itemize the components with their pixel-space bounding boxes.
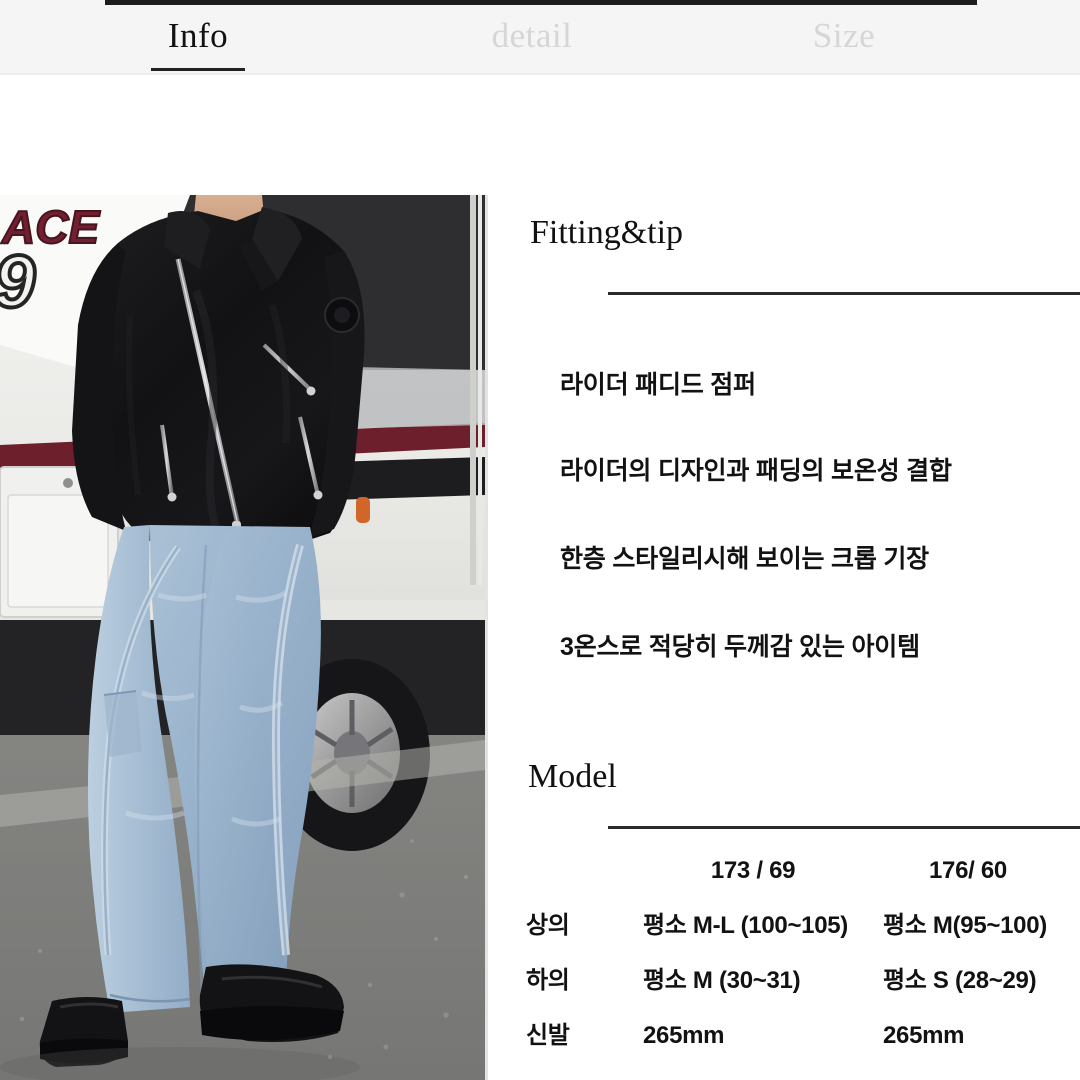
product-photo-image: ACE 9 <box>0 195 485 1080</box>
tab-info[interactable]: Info <box>118 14 278 71</box>
fitting-tip-rule <box>608 292 1080 295</box>
product-detail-page: Info detail Size ACE Fitting&tip 라이더 패디드… <box>0 0 1080 1080</box>
row-label: 하의 <box>526 967 570 994</box>
model-size-table: 173 / 69 176/ 60 상의 평소 M-L (100~105) 평소 … <box>488 843 1080 1063</box>
tab-bar-top-rule <box>105 0 977 5</box>
tab-detail-label: detail <box>491 16 573 55</box>
fitting-line: 한층 스타일리시해 보이는 크롭 기장 <box>560 545 929 573</box>
row-value: 265mm <box>643 1022 725 1049</box>
fitting-line: 3온스로 적당히 두께감 있는 아이템 <box>560 633 920 661</box>
table-row: 상의 평소 M-L (100~105) 평소 M(95~100) <box>488 898 1080 953</box>
row-value: 평소 M-L (100~105) <box>643 912 848 939</box>
model-heading: Model <box>528 758 617 795</box>
fitting-line: 라이더 패디드 점퍼 <box>560 371 756 399</box>
row-value: 평소 S (28~29) <box>883 967 1037 994</box>
product-info-column: Fitting&tip 라이더 패디드 점퍼 라이더의 디자인과 패딩의 보온성… <box>488 195 1080 1080</box>
tab-info-label: Info <box>167 16 229 55</box>
row-label: 신발 <box>526 1022 570 1049</box>
tab-active-underline <box>151 68 245 71</box>
table-row: 하의 평소 M (30~31) 평소 S (28~29) <box>488 953 1080 1008</box>
table-header-row: 173 / 69 176/ 60 <box>488 843 1080 898</box>
model-column-header: 173 / 69 <box>710 857 796 884</box>
model-column-header: 176/ 60 <box>929 857 1007 884</box>
tab-size-label: Size <box>812 16 876 55</box>
product-photo[interactable]: ACE 9 <box>0 195 488 1080</box>
fitting-line: 라이더의 디자인과 패딩의 보온성 결합 <box>560 457 952 485</box>
table-row: 신발 265mm 265mm <box>488 1008 1080 1063</box>
model-rule <box>608 826 1080 829</box>
row-value: 평소 M (30~31) <box>643 967 801 994</box>
tab-detail[interactable]: detail <box>452 14 612 58</box>
row-value: 265mm <box>883 1022 965 1049</box>
svg-text:9: 9 <box>0 240 35 323</box>
fitting-tip-heading: Fitting&tip <box>530 214 684 251</box>
row-value: 평소 M(95~100) <box>883 912 1047 939</box>
row-label: 상의 <box>526 912 570 939</box>
tab-bar: Info detail Size <box>0 0 1080 75</box>
tab-size[interactable]: Size <box>764 14 924 58</box>
